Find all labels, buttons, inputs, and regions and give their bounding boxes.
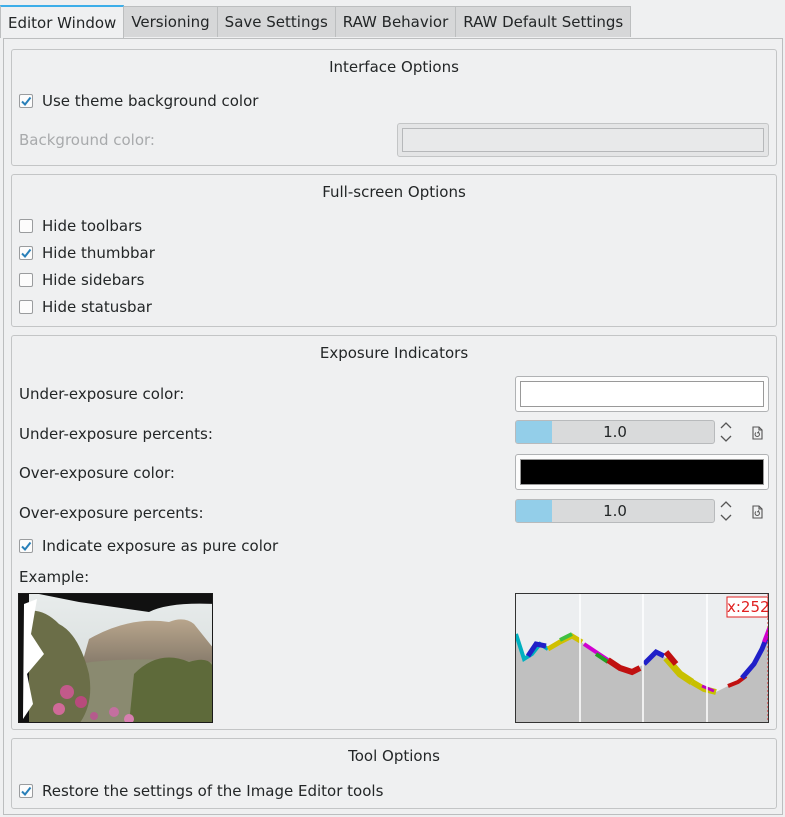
hide-thumbbar-checkbox[interactable]: Hide thumbbar [19, 244, 155, 262]
under-pct-stepper[interactable] [718, 419, 734, 445]
checkbox-box[interactable] [19, 539, 33, 553]
landscape-photo-icon [19, 594, 212, 722]
over-pct-row: Over-exposure percents: [19, 504, 204, 522]
bg-color-swatch [402, 128, 764, 152]
example-label: Example: [19, 568, 90, 586]
group-title: Interface Options [329, 58, 459, 76]
checkbox-label: Hide toolbars [42, 217, 143, 235]
checkbox-label: Hide thumbbar [42, 244, 155, 262]
checkbox-box[interactable] [19, 300, 33, 314]
under-pct-reset-button[interactable] [750, 426, 764, 440]
tool-options-group: Tool Options Restore the settings of the… [11, 738, 777, 809]
checkmark-icon [21, 786, 32, 797]
checkbox-label: Hide sidebars [42, 271, 145, 289]
over-color-label: Over-exposure color: [19, 464, 175, 482]
updown-arrows-icon [720, 501, 732, 521]
spin-value: 1.0 [603, 502, 627, 520]
tab-raw-behavior[interactable]: RAW Behavior [334, 6, 457, 37]
spin-value: 1.0 [603, 423, 627, 441]
tab-editor-window[interactable]: Editor Window [0, 5, 125, 38]
bg-color-row: Background color: [19, 131, 155, 149]
tab-versioning[interactable]: Versioning [123, 6, 218, 37]
reset-icon [752, 505, 763, 519]
under-color-label: Under-exposure color: [19, 385, 185, 403]
reset-icon [752, 426, 763, 440]
under-color-row: Under-exposure color: [19, 385, 184, 403]
tab-raw-default-settings[interactable]: RAW Default Settings [455, 6, 632, 37]
checkbox-label: Hide statusbar [42, 298, 152, 316]
group-title: Tool Options [348, 747, 440, 765]
checkbox-label: Use theme background color [42, 92, 259, 110]
checkbox-label: Indicate exposure as pure color [42, 537, 279, 555]
interface-options-group: Interface Options Use theme background c… [11, 49, 777, 166]
over-exposure-percent-spinbox[interactable]: 1.0 [515, 499, 715, 523]
over-exposure-color-button[interactable] [515, 454, 769, 490]
checkbox-box[interactable] [19, 784, 33, 798]
bg-color-label: Background color: [19, 131, 155, 149]
over-pct-stepper[interactable] [718, 498, 734, 524]
group-title: Full-screen Options [322, 183, 466, 201]
checkmark-icon [21, 96, 32, 107]
updown-arrows-icon [720, 422, 732, 442]
over-pct-reset-button[interactable] [750, 505, 764, 519]
checkbox-box[interactable] [19, 94, 33, 108]
histogram-marker-label: x:252 [727, 598, 769, 616]
checkbox-label: Restore the settings of the Image Editor… [42, 782, 384, 800]
histogram-preview[interactable]: x:252 [515, 593, 769, 723]
under-pct-row: Under-exposure percents: [19, 425, 213, 443]
group-title: Exposure Indicators [319, 344, 469, 362]
checkbox-box[interactable] [19, 246, 33, 260]
example-preview-image [18, 593, 213, 723]
tab-bar: Editor Window Versioning Save Settings R… [0, 5, 632, 38]
fullscreen-options-group: Full-screen Options Hide toolbars Hide t… [11, 174, 777, 327]
checkmark-icon [21, 248, 32, 259]
bg-color-button[interactable] [397, 123, 769, 157]
hide-toolbars-checkbox[interactable]: Hide toolbars [19, 217, 142, 235]
under-pct-label: Under-exposure percents: [19, 425, 213, 443]
use-theme-bg-checkbox[interactable]: Use theme background color [19, 92, 258, 110]
over-pct-label: Over-exposure percents: [19, 504, 204, 522]
over-color-row: Over-exposure color: [19, 464, 175, 482]
example-row: Example: [19, 568, 89, 586]
checkmark-icon [21, 541, 32, 552]
restore-settings-checkbox[interactable]: Restore the settings of the Image Editor… [19, 782, 383, 800]
hide-statusbar-checkbox[interactable]: Hide statusbar [19, 298, 152, 316]
over-exposure-swatch [520, 459, 764, 485]
checkbox-box[interactable] [19, 219, 33, 233]
tab-save-settings[interactable]: Save Settings [216, 6, 336, 37]
checkbox-box[interactable] [19, 273, 33, 287]
under-exposure-percent-spinbox[interactable]: 1.0 [515, 420, 715, 444]
pure-color-checkbox[interactable]: Indicate exposure as pure color [19, 537, 278, 555]
exposure-indicators-group: Exposure Indicators Under-exposure color… [11, 335, 777, 730]
hide-sidebars-checkbox[interactable]: Hide sidebars [19, 271, 144, 289]
under-exposure-swatch [520, 381, 764, 407]
under-exposure-color-button[interactable] [515, 376, 769, 412]
